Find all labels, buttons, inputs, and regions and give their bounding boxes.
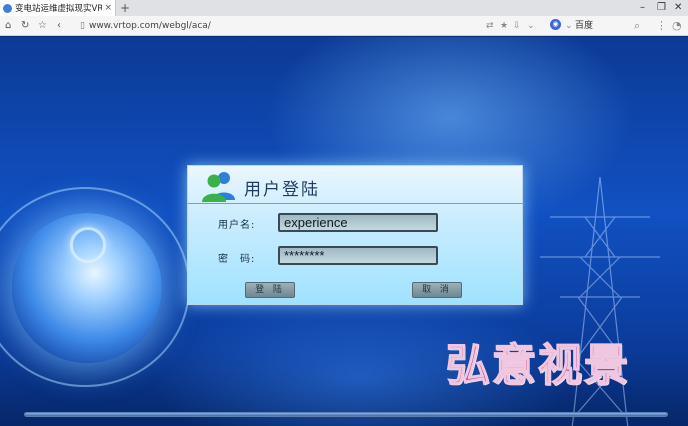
- back-icon[interactable]: ‹: [57, 19, 61, 33]
- login-button[interactable]: 登 陆: [245, 282, 295, 298]
- url-text[interactable]: www.vrtop.com/webgl/aca/: [89, 21, 211, 31]
- new-tab-icon[interactable]: +: [120, 1, 130, 15]
- close-window-icon[interactable]: ✕: [674, 2, 682, 14]
- dropdown-icon[interactable]: ⌄: [527, 19, 535, 33]
- password-label: 密 码:: [218, 254, 256, 265]
- page-icon: ▯: [80, 21, 85, 31]
- username-label: 用户名:: [218, 220, 256, 231]
- browser-tab[interactable]: 变电站运维虚拟现实VR ×: [0, 0, 116, 16]
- brand-watermark: 弘意视景: [445, 339, 630, 392]
- reload-icon[interactable]: ↻: [21, 19, 29, 33]
- home-icon[interactable]: ⌂: [5, 19, 11, 33]
- tab-title: 变电站运维虚拟现实VR: [15, 4, 103, 14]
- login-panel: 用户登陆 用户名: 密 码: 登 陆 取 消: [187, 165, 524, 305]
- favorite-icon[interactable]: ☆: [38, 19, 47, 33]
- cancel-button[interactable]: 取 消: [412, 282, 462, 298]
- user-icon[interactable]: ◔: [672, 19, 682, 33]
- translate-icon[interactable]: ⇄: [486, 19, 494, 33]
- minimize-icon[interactable]: –: [640, 2, 645, 14]
- browser-tab-bar: 变电站运维虚拟现实VR × + – ❐ ✕: [0, 0, 688, 16]
- address-bar[interactable]: ▯ www.vrtop.com/webgl/aca/: [80, 18, 540, 34]
- star-icon[interactable]: ★: [500, 19, 508, 33]
- tab-close-icon[interactable]: ×: [104, 3, 112, 13]
- search-icon[interactable]: ⌕: [634, 19, 640, 33]
- downloads-icon[interactable]: ⇩: [513, 19, 521, 33]
- password-input[interactable]: [278, 246, 438, 265]
- loading-progress-fill: [25, 413, 667, 416]
- login-header: 用户登陆: [188, 166, 524, 204]
- maximize-icon[interactable]: ❐: [657, 2, 666, 14]
- globe-glow-ring: [70, 227, 106, 263]
- browser-toolbar: ⌂ ↻ ☆ ‹ ▯ www.vrtop.com/webgl/aca/ ⇄ ★ ⇩…: [0, 16, 688, 36]
- tab-favicon-icon: [3, 3, 12, 13]
- search-engine-icon[interactable]: ◉: [550, 19, 561, 30]
- search-engine-dropdown-icon[interactable]: ⌄: [565, 19, 573, 33]
- menu-icon[interactable]: ⋮: [656, 19, 667, 33]
- loading-progress-bar: [24, 412, 668, 417]
- login-title: 用户登陆: [244, 180, 320, 200]
- username-input[interactable]: [278, 213, 438, 232]
- users-icon: [202, 172, 235, 202]
